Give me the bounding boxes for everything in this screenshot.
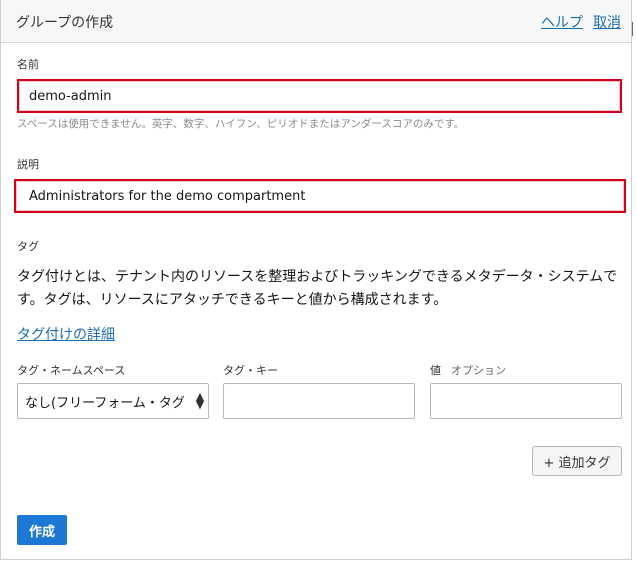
tag-value-input[interactable] (430, 383, 622, 419)
panel-title: グループの作成 (16, 15, 114, 31)
tags-heading: タグ (17, 240, 39, 253)
description-input[interactable]: Administrators for the demo compartment (14, 179, 626, 213)
create-group-panel: グループの作成 ヘルプ 取消 名前 demo-admin スペースは使用できません… (0, 0, 632, 560)
name-label: 名前 (17, 58, 39, 71)
tag-namespace-value: なし(フリーフォーム・タグ (25, 395, 185, 411)
header-links: ヘルプ 取消 (531, 12, 621, 32)
add-tag-button[interactable]: + 追加タグ (532, 446, 622, 476)
tag-key-label: タグ・キー (223, 364, 278, 377)
chevron-updown-icon: ▲ ▼ (195, 390, 205, 411)
tags-description: タグ付けとは、テナント内のリソースを整理およびトラッキングできるメタデータ・シス… (17, 269, 618, 308)
name-input[interactable]: demo-admin (17, 79, 622, 113)
tag-value-label: 値オプション (430, 362, 506, 378)
name-hint: スペースは使用できません。英字、数字、ハイフン、ピリオドまたはアンダースコアのみ… (17, 118, 465, 130)
tag-key-input[interactable] (223, 383, 415, 419)
tagging-details-link[interactable]: タグ付けの詳細 (17, 324, 115, 344)
tag-namespace-select[interactable]: なし(フリーフォーム・タグ ▲ ▼ (17, 383, 209, 419)
create-button[interactable]: 作成 (17, 515, 67, 545)
help-link[interactable]: ヘルプ (541, 15, 583, 31)
cancel-link[interactable]: 取消 (593, 15, 621, 31)
tag-value-label-text: 値 (430, 364, 441, 377)
tag-value-optional: オプション (451, 364, 506, 377)
panel-header: グループの作成 ヘルプ 取消 (1, 0, 631, 43)
tag-namespace-label: タグ・ネームスペース (17, 364, 126, 377)
description-label: 説明 (17, 158, 39, 171)
window-edge-marker (632, 22, 637, 36)
